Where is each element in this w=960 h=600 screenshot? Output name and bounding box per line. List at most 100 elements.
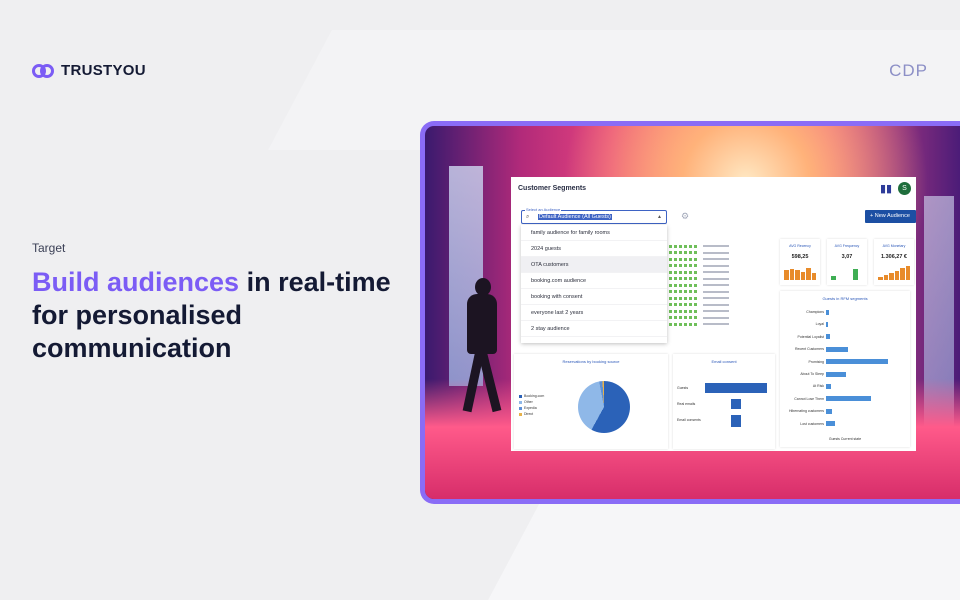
kpi-bar[interactable] xyxy=(795,269,800,280)
kpi-card: AVG Recency 598,25 xyxy=(780,239,820,285)
rfm-segment-label: About To Sleep xyxy=(800,372,824,376)
pie-chart[interactable] xyxy=(578,381,630,433)
kpi-bars xyxy=(784,266,816,280)
email-consent-chart: Email consent Guests Real emails Email con… xyxy=(673,354,775,449)
audience-select[interactable]: ⌕ Default Audience (All Guests) ▲ xyxy=(521,210,667,224)
rfm-row[interactable]: About To Sleep xyxy=(782,371,908,377)
kpi-bar[interactable] xyxy=(878,277,883,280)
legend-swatch xyxy=(519,394,522,398)
kpi-title: AVG Monetary xyxy=(882,244,906,248)
pie-legend-item[interactable]: Direct xyxy=(519,412,533,416)
trustyou-logo-icon xyxy=(32,63,54,78)
kpi-bar[interactable] xyxy=(905,266,910,280)
audience-option[interactable]: 2024 guests xyxy=(521,241,667,257)
hero-headline: Build audiences in real-time for persona… xyxy=(32,266,402,365)
audience-option[interactable]: booking with consent xyxy=(521,289,667,305)
legend-label: Direct xyxy=(524,412,534,416)
rfm-bar[interactable] xyxy=(826,421,836,427)
guest-table xyxy=(669,243,771,343)
rfm-segment-label: Potential Loyalist xyxy=(797,334,824,339)
email-bar-guests[interactable] xyxy=(705,383,767,393)
rfm-row[interactable]: Champions xyxy=(782,309,908,315)
rfm-segment-label: At Risk xyxy=(812,384,824,389)
legend-label: Booking.com xyxy=(524,394,545,398)
rfm-row[interactable]: Cannot Lose Them xyxy=(782,396,908,402)
section-eyebrow: Target xyxy=(32,241,66,255)
rfm-bar[interactable] xyxy=(826,383,832,389)
rfm-bar[interactable] xyxy=(826,359,889,365)
legend-swatch xyxy=(519,412,522,416)
kpi-bar[interactable] xyxy=(831,275,836,280)
product-label: CDP xyxy=(889,61,928,80)
rfm-row[interactable]: Recent Customers xyxy=(782,346,908,352)
brand-logo[interactable]: TRUSTYOU xyxy=(32,62,146,79)
new-audience-button[interactable]: + New Audience xyxy=(865,210,916,223)
rfm-chart-legend: Guests Current state xyxy=(828,437,862,441)
kpi-bar[interactable] xyxy=(883,275,888,280)
table-row[interactable] xyxy=(669,321,771,328)
rfm-segments-chart: Guests in RFM segments Guests Current st… xyxy=(780,291,910,447)
gear-icon[interactable]: ⚙ xyxy=(681,211,689,222)
rfm-bar[interactable] xyxy=(826,346,848,352)
pie-legend-item[interactable]: Other xyxy=(519,400,533,404)
rfm-row[interactable]: Lost customers xyxy=(782,421,908,427)
kpi-bar[interactable] xyxy=(784,270,789,280)
rfm-bar[interactable] xyxy=(826,371,846,377)
rfm-bar[interactable] xyxy=(826,396,872,402)
app-title: Customer Segments xyxy=(518,185,587,192)
kpi-card: AVG Monetary 1.306,27 € xyxy=(874,239,914,285)
kpi-bar[interactable] xyxy=(806,268,811,280)
walking-person-silhouette xyxy=(461,278,507,418)
audience-dropdown: family audience for family rooms 2024 gue… xyxy=(521,225,667,343)
kpi-title: AVG Frequency xyxy=(834,244,860,248)
rfm-segment-label: Champions xyxy=(806,310,824,314)
kpi-title: AVG Recency xyxy=(789,244,811,248)
kpi-bar[interactable] xyxy=(853,268,858,280)
rfm-row[interactable]: Hibernating customers xyxy=(782,408,908,414)
rfm-row[interactable]: Loyal xyxy=(782,321,908,327)
email-bar-email-consents[interactable] xyxy=(731,415,741,427)
audience-option[interactable]: 2 stay audience xyxy=(521,321,667,337)
kpi-bar[interactable] xyxy=(789,268,794,280)
audience-option[interactable]: everyone last 2 years xyxy=(521,305,667,321)
email-row-label: Guests xyxy=(677,386,689,390)
search-icon: ⌕ xyxy=(526,214,530,220)
audience-option[interactable]: OTA customers xyxy=(521,257,667,273)
rfm-row[interactable]: At Risk xyxy=(782,383,908,389)
kpi-bars xyxy=(878,266,910,280)
audience-select-value: Default Audience (All Guests) xyxy=(538,214,612,220)
rfm-row[interactable]: Potential Loyalist xyxy=(782,334,908,340)
kpi-bar[interactable] xyxy=(894,270,899,280)
rfm-segment-label: Cannot Lose Them xyxy=(794,396,824,401)
kpi-bar[interactable] xyxy=(889,273,894,280)
email-row-label: Email consents xyxy=(677,418,701,422)
email-bar-real-emails[interactable] xyxy=(731,399,741,409)
chevron-up-icon[interactable]: ▲ xyxy=(657,214,662,220)
kpi-bar[interactable] xyxy=(800,271,805,280)
rfm-segment-label: Hibernating customers xyxy=(788,409,824,414)
brand-name: TRUSTYOU xyxy=(61,62,146,79)
legend-label: Other xyxy=(524,400,533,404)
user-avatar[interactable]: S xyxy=(898,182,911,195)
rfm-bar[interactable] xyxy=(826,334,830,340)
kpi-bar[interactable] xyxy=(900,268,905,280)
audience-option[interactable]: booking.com audience xyxy=(521,273,667,289)
rfm-segment-label: Lost customers xyxy=(800,421,824,426)
headline-accent: Build audiences xyxy=(32,267,240,297)
pie-legend-item[interactable]: Booking.com xyxy=(519,394,544,398)
rfm-row[interactable]: Promising xyxy=(782,359,908,365)
legend-label: Expedia xyxy=(524,406,537,410)
pie-legend-item[interactable]: Expedia xyxy=(519,406,537,410)
audience-select-label: Select an Audience xyxy=(525,207,562,212)
email-row-label: Real emails xyxy=(677,402,696,406)
kpi-bar[interactable] xyxy=(811,273,816,280)
trustyou-app-icon[interactable]: ▮▮ xyxy=(880,183,892,195)
kpi-bars xyxy=(831,266,863,280)
audience-option[interactable]: family audience for family rooms xyxy=(521,225,667,241)
rfm-bar[interactable] xyxy=(826,309,830,315)
rfm-bar[interactable] xyxy=(826,408,833,414)
rfm-chart-title: Guests in RFM segments xyxy=(822,296,868,301)
kpi-value: 598,25 xyxy=(791,254,809,260)
rfm-bar[interactable] xyxy=(826,321,829,327)
kpi-value: 3,07 xyxy=(841,254,853,260)
